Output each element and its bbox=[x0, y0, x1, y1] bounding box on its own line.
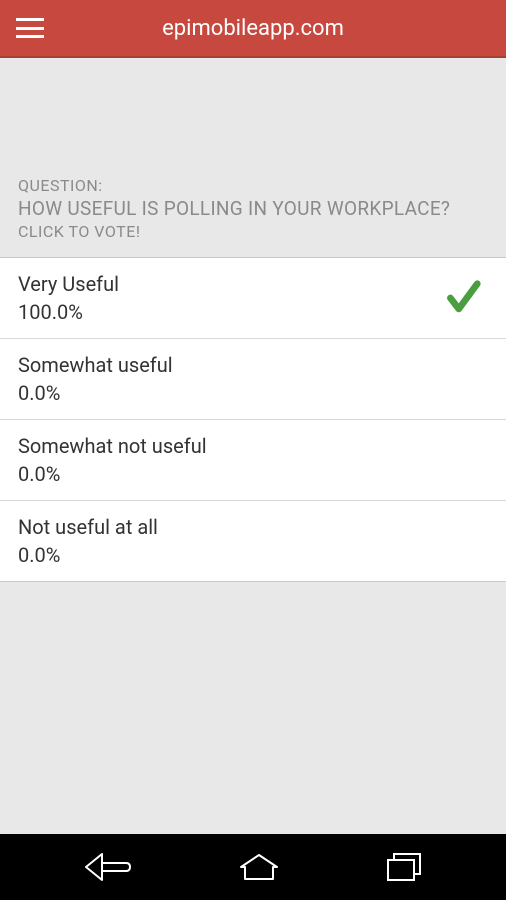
option-label: Not useful at all bbox=[18, 515, 488, 539]
poll-option[interactable]: Somewhat useful 0.0% bbox=[0, 339, 506, 420]
option-label: Somewhat useful bbox=[18, 353, 488, 377]
option-percent: 0.0% bbox=[18, 381, 488, 405]
header-title: epimobileapp.com bbox=[162, 16, 344, 41]
back-icon[interactable] bbox=[84, 852, 132, 882]
recent-apps-icon[interactable] bbox=[386, 852, 422, 882]
home-icon[interactable] bbox=[239, 853, 279, 881]
option-percent: 0.0% bbox=[18, 462, 488, 486]
poll-option[interactable]: Not useful at all 0.0% bbox=[0, 501, 506, 582]
poll-options: Very Useful 100.0% Somewhat useful 0.0% … bbox=[0, 258, 506, 582]
poll-option[interactable]: Very Useful 100.0% bbox=[0, 258, 506, 339]
android-nav-bar bbox=[0, 834, 506, 900]
option-percent: 0.0% bbox=[18, 543, 488, 567]
menu-icon[interactable] bbox=[16, 18, 44, 38]
question-text: HOW USEFUL IS POLLING IN YOUR WORKPLACE? bbox=[18, 197, 488, 220]
option-label: Somewhat not useful bbox=[18, 434, 488, 458]
checkmark-icon bbox=[442, 277, 484, 319]
poll-option[interactable]: Somewhat not useful 0.0% bbox=[0, 420, 506, 501]
option-label: Very Useful bbox=[18, 272, 442, 296]
question-cta: CLICK TO VOTE! bbox=[18, 222, 488, 241]
question-block: QUESTION: HOW USEFUL IS POLLING IN YOUR … bbox=[0, 58, 506, 258]
option-percent: 100.0% bbox=[18, 300, 442, 324]
question-label: QUESTION: bbox=[18, 176, 488, 195]
app-header: epimobileapp.com bbox=[0, 0, 506, 58]
